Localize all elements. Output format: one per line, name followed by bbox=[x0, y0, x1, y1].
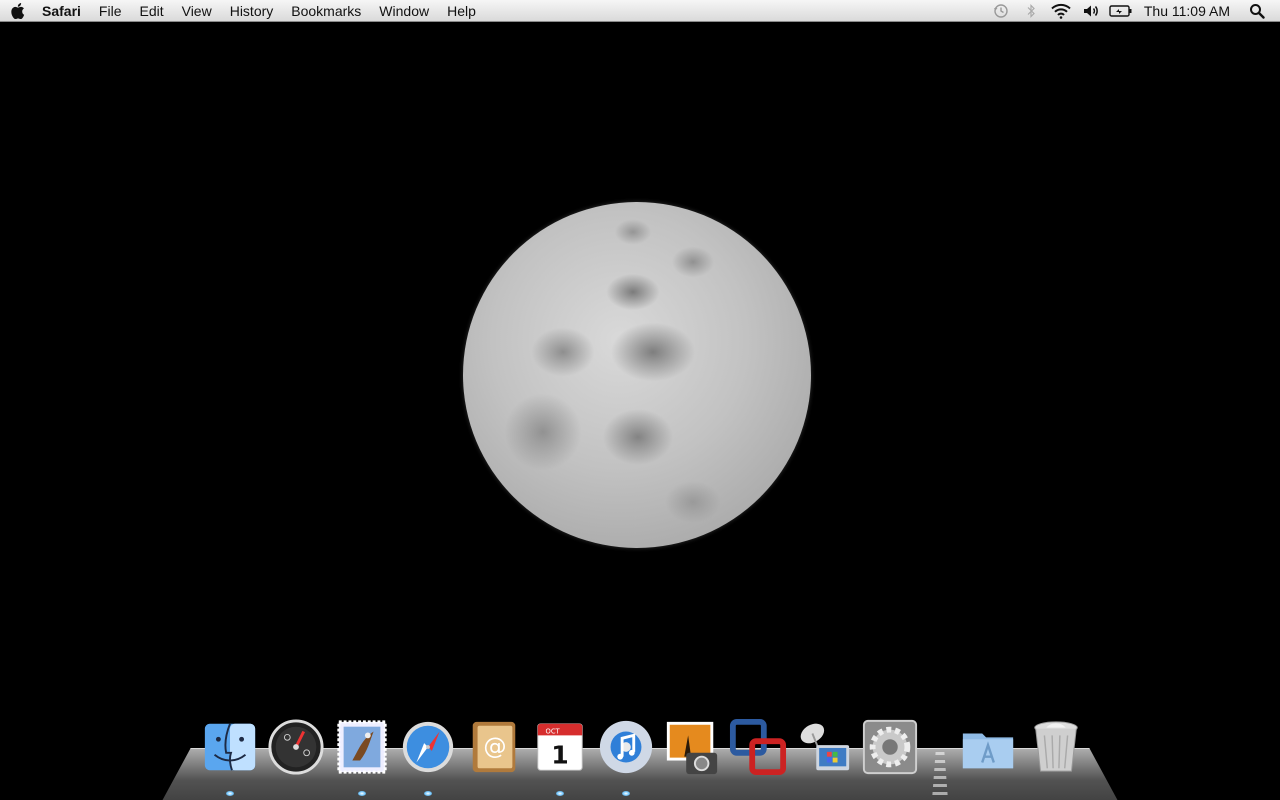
menu-bookmarks[interactable]: Bookmarks bbox=[282, 0, 370, 22]
finder-icon[interactable] bbox=[200, 716, 260, 778]
volume-icon[interactable] bbox=[1076, 0, 1106, 22]
ical-day: 1 bbox=[551, 740, 568, 769]
time-machine-icon[interactable] bbox=[986, 0, 1016, 22]
menu-clock[interactable]: Thu 11:09 AM bbox=[1136, 0, 1242, 22]
ical-icon[interactable]: OCT 1 bbox=[530, 716, 590, 778]
wifi-icon[interactable] bbox=[1046, 0, 1076, 22]
ical-month: OCT bbox=[546, 727, 561, 735]
system-preferences-icon[interactable] bbox=[860, 716, 920, 778]
iphoto-icon[interactable] bbox=[662, 716, 722, 778]
remote-desktop-icon[interactable] bbox=[794, 716, 854, 778]
itunes-icon[interactable] bbox=[596, 716, 656, 778]
address-book-icon[interactable]: @ bbox=[464, 716, 524, 778]
status-area: Thu 11:09 AM bbox=[986, 0, 1280, 22]
battery-charging-icon[interactable] bbox=[1106, 0, 1136, 22]
safari-icon[interactable] bbox=[398, 716, 458, 778]
desktop: Safari File Edit View History Bookmarks … bbox=[0, 0, 1280, 800]
menu-help[interactable]: Help bbox=[438, 0, 485, 22]
menu-window[interactable]: Window bbox=[370, 0, 438, 22]
trash-icon[interactable] bbox=[1026, 716, 1086, 778]
menu-bar: Safari File Edit View History Bookmarks … bbox=[0, 0, 1280, 22]
menu-app-safari[interactable]: Safari bbox=[36, 0, 90, 22]
menu-view[interactable]: View bbox=[173, 0, 221, 22]
bluetooth-icon[interactable] bbox=[1016, 0, 1046, 22]
menu-edit[interactable]: Edit bbox=[130, 0, 172, 22]
applications-folder-icon[interactable] bbox=[958, 716, 1018, 778]
spotlight-search-icon[interactable] bbox=[1242, 0, 1272, 22]
moon-wallpaper-image bbox=[463, 202, 811, 548]
menu-file[interactable]: File bbox=[90, 0, 131, 22]
mail-icon[interactable] bbox=[332, 716, 392, 778]
menu-history[interactable]: History bbox=[221, 0, 283, 22]
vmware-fusion-icon[interactable] bbox=[728, 716, 788, 778]
apple-logo-icon[interactable] bbox=[0, 0, 36, 22]
dashboard-icon[interactable] bbox=[266, 716, 326, 778]
svg-text:@: @ bbox=[483, 733, 506, 760]
